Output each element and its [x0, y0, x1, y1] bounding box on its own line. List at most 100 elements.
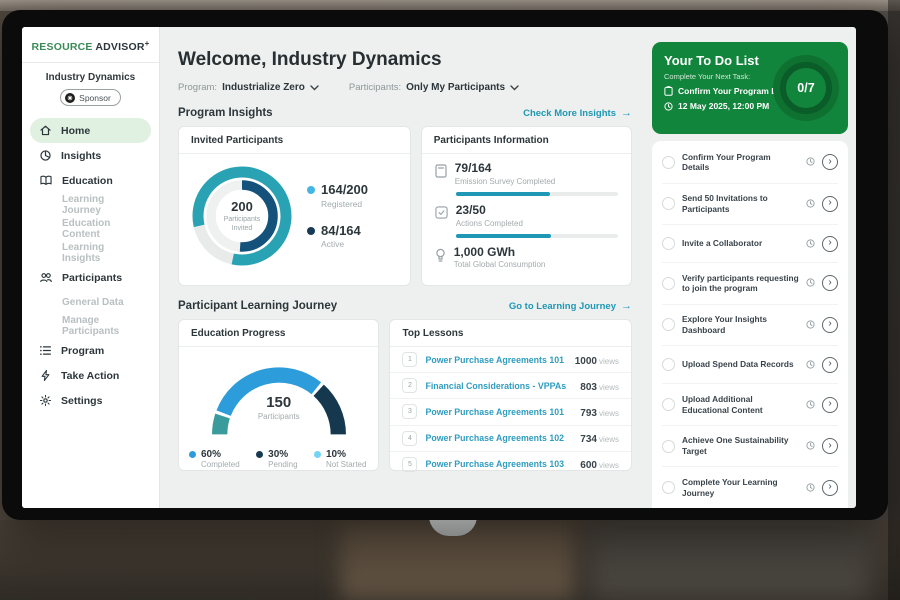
task-open-button[interactable]: › — [822, 236, 838, 252]
legend-value: 164/200 — [321, 183, 368, 197]
lesson-rank: 5 — [402, 457, 417, 472]
sidebar: RESOURCE ADVISOR+ Industry Dynamics Spon… — [22, 27, 160, 508]
task-row: Explore Your Insights Dashboard › — [662, 305, 838, 347]
logo-plus: + — [145, 39, 150, 48]
legend-value: 30% — [268, 449, 297, 460]
sidebar-item-education-content[interactable]: Education Content — [30, 217, 151, 241]
sidebar-item-learning-insights[interactable]: Learning Insights — [30, 241, 151, 265]
legend-item-completed: 60% Completed — [189, 449, 240, 469]
task-open-button[interactable]: › — [822, 357, 838, 373]
legend-value: 84/164 — [321, 224, 361, 238]
legend-label: Pending — [268, 460, 297, 469]
lesson-views: 793 — [580, 408, 597, 419]
card-title: Invited Participants — [179, 127, 410, 154]
sidebar-item-general-data[interactable]: General Data — [30, 290, 151, 314]
org-name: Industry Dynamics — [22, 63, 159, 83]
chevron-down-icon — [310, 85, 319, 91]
lesson-title-link[interactable]: Power Purchase Agreements 101 — [425, 407, 572, 417]
clock-icon — [806, 235, 815, 253]
participants-information-body: 79/164 Emission Survey Completed 23/50 A… — [422, 154, 631, 269]
filters-bar: Program: Industrialize Zero Participants… — [178, 82, 632, 93]
page-title: Welcome, Industry Dynamics — [178, 49, 632, 71]
education-icon — [39, 174, 53, 187]
donut-center-value: 200 — [231, 199, 253, 214]
lesson-views: 600 — [580, 460, 597, 471]
task-label: Upload Spend Data Records — [682, 359, 799, 370]
task-checkbox[interactable] — [662, 277, 675, 290]
legend-item-active: 84/164 Active — [307, 224, 368, 249]
sidebar-item-settings[interactable]: Settings — [30, 388, 151, 413]
sidebar-item-insights[interactable]: Insights — [30, 143, 151, 168]
settings-gear-icon — [39, 394, 52, 407]
invited-participants-card: Invited Participants 200 — [178, 126, 411, 286]
screen: RESOURCE ADVISOR+ Industry Dynamics Spon… — [22, 27, 856, 508]
sidebar-item-label: Insights — [61, 150, 101, 162]
sidebar-item-label: Take Action — [61, 370, 119, 382]
lesson-rank: 4 — [402, 431, 417, 446]
participants-filter-label: Participants: — [349, 82, 401, 93]
task-checkbox[interactable] — [662, 237, 675, 250]
lesson-title-link[interactable]: Financial Considerations - VPPAs — [425, 381, 572, 391]
task-row: Invite a Collaborator › — [662, 225, 838, 263]
sidebar-item-participants[interactable]: Participants — [30, 265, 151, 290]
sponsor-badge: Sponsor — [60, 89, 121, 106]
learning-journey-header: Participant Learning Journey Go to Learn… — [178, 300, 632, 312]
task-row: Verify participants requesting to join t… — [662, 263, 838, 305]
task-checkbox[interactable] — [662, 318, 675, 331]
sidebar-item-take-action[interactable]: Take Action — [30, 363, 151, 388]
task-checkbox[interactable] — [662, 440, 675, 453]
task-checkbox[interactable] — [662, 481, 675, 494]
sidebar-item-program[interactable]: Program — [30, 338, 151, 363]
right-panel: Your To Do List Complete Your Next Task:… — [648, 27, 856, 508]
clock-icon — [806, 153, 815, 171]
participants-filter-select[interactable]: Only My Participants — [406, 82, 519, 93]
task-checkbox[interactable] — [662, 398, 675, 411]
task-row: Upload Spend Data Records › — [662, 346, 838, 384]
task-open-button[interactable]: › — [822, 275, 838, 291]
clock-icon — [806, 356, 815, 374]
task-open-button[interactable]: › — [822, 480, 838, 496]
task-row: Send 50 Invitations to Participants › — [662, 184, 838, 226]
task-open-button[interactable]: › — [822, 317, 838, 333]
survey-icon — [435, 164, 447, 186]
sidebar-item-label: Education — [62, 175, 113, 187]
program-filter-select[interactable]: Industrialize Zero — [222, 82, 319, 93]
go-to-learning-journey-link[interactable]: Go to Learning Journey → — [509, 301, 632, 312]
home-icon — [39, 124, 52, 137]
sponsor-star-icon — [65, 93, 75, 103]
scene: RESOURCE ADVISOR+ Industry Dynamics Spon… — [0, 0, 900, 600]
lesson-title-link[interactable]: Power Purchase Agreements 103 — [425, 459, 572, 469]
sidebar-item-learning-journey[interactable]: Learning Journey — [30, 193, 151, 217]
lesson-title-link[interactable]: Power Purchase Agreements 102 — [425, 433, 572, 443]
sidebar-item-manage-participants[interactable]: Manage Participants — [30, 314, 151, 338]
task-open-button[interactable]: › — [822, 154, 838, 170]
task-open-button[interactable]: › — [822, 397, 838, 413]
task-label: Confirm Your Program Details — [682, 152, 799, 174]
sidebar-item-home[interactable]: Home — [30, 118, 151, 143]
task-open-button[interactable]: › — [822, 196, 838, 212]
clock-icon — [806, 396, 815, 414]
actions-icon — [435, 206, 448, 228]
task-checkbox[interactable] — [662, 156, 675, 169]
views-label: views — [599, 461, 619, 470]
lesson-title-link[interactable]: Power Purchase Agreements 101 — [425, 355, 566, 365]
sidebar-item-label: Learning Insights — [62, 242, 142, 264]
clock-icon — [664, 102, 673, 111]
task-checkbox[interactable] — [662, 358, 675, 371]
legend-label: Active — [321, 239, 361, 249]
sidebar-item-label: Participants — [62, 272, 122, 284]
lesson-row: 2 Financial Considerations - VPPAs 803vi… — [390, 373, 631, 399]
link-label: Check More Insights — [523, 108, 616, 119]
legend-dot — [189, 451, 196, 458]
program-filter-label: Program: — [178, 82, 217, 93]
sponsor-badge-label: Sponsor — [79, 93, 111, 103]
task-checkbox[interactable] — [662, 197, 675, 210]
app-logo: RESOURCE ADVISOR+ — [22, 27, 159, 63]
chevron-right-icon: › — [828, 399, 831, 409]
task-open-button[interactable]: › — [822, 438, 838, 454]
check-more-insights-link[interactable]: Check More Insights → — [523, 108, 632, 119]
donut-center-label: Participants Invited — [216, 215, 268, 234]
actions-progressbar — [456, 234, 618, 238]
lesson-row: 4 Power Purchase Agreements 102 734views — [390, 426, 631, 452]
sidebar-item-education[interactable]: Education — [30, 168, 151, 193]
